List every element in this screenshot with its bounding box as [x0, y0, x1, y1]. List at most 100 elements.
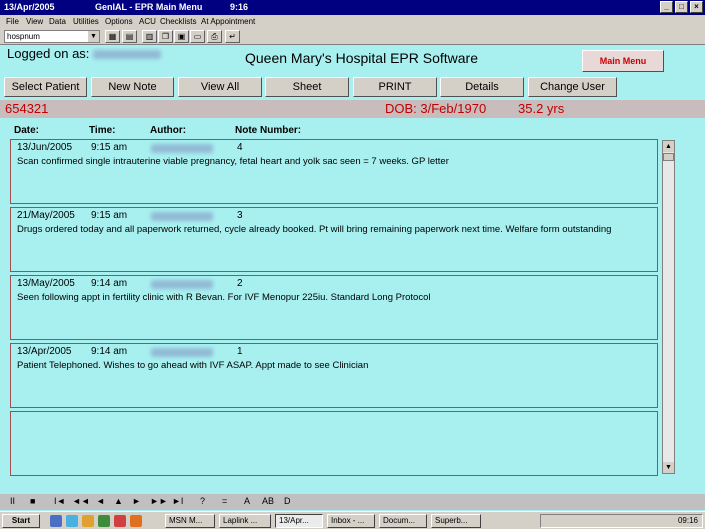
note-date: 13/Apr/2005 — [17, 346, 72, 357]
menu-file[interactable]: File — [6, 17, 19, 26]
task-genial[interactable]: 13/Apr... — [275, 514, 323, 528]
task-inbox[interactable]: Inbox - ... — [327, 514, 375, 528]
maximize-button[interactable]: □ — [675, 1, 688, 13]
equals-icon[interactable]: = — [222, 496, 227, 506]
select-patient-button[interactable]: Select Patient — [4, 77, 87, 97]
close-button[interactable]: × — [690, 1, 703, 13]
desktop-icon[interactable] — [50, 515, 62, 527]
note-date: 21/May/2005 — [17, 210, 75, 221]
scroll-down-icon[interactable]: ▼ — [663, 462, 674, 473]
note-date: 13/Jun/2005 — [17, 142, 73, 153]
scroll-thumb[interactable] — [663, 153, 674, 161]
next-icon[interactable]: ► — [132, 496, 141, 506]
chevron-down-icon[interactable]: ▼ — [88, 31, 99, 42]
note-record[interactable]: 13/Apr/2005 9:14 am 1 Patient Telephoned… — [10, 343, 658, 408]
up-icon[interactable]: ▲ — [114, 496, 123, 506]
task-documents[interactable]: Docum... — [379, 514, 427, 528]
task-msn[interactable]: MSN M... — [165, 514, 215, 528]
print-icon[interactable]: ⎙ — [207, 30, 222, 43]
new-note-button[interactable]: New Note — [91, 77, 174, 97]
redacted-author — [151, 144, 213, 153]
copy-icon[interactable]: ❐ — [158, 30, 173, 43]
menu-checklists[interactable]: Checklists — [160, 17, 196, 26]
note-record[interactable]: 13/May/2005 9:14 am 2 Seen following app… — [10, 275, 658, 340]
help-icon[interactable]: ? — [200, 496, 205, 506]
folder-icon[interactable]: ▭ — [190, 30, 205, 43]
patient-hospnum: 654321 — [5, 101, 49, 116]
sheet-button[interactable]: Sheet — [265, 77, 349, 97]
note-text[interactable]: Seen following appt in fertility clinic … — [17, 291, 647, 304]
note-record[interactable]: 13/Jun/2005 9:15 am 4 Scan confirmed sin… — [10, 139, 658, 204]
note-number: 1 — [237, 346, 243, 357]
task-superb[interactable]: Superb... — [431, 514, 481, 528]
hospnum-combo[interactable]: hospnum ▼ — [4, 30, 100, 43]
note-date: 13/May/2005 — [17, 278, 75, 289]
scroll-up-icon[interactable]: ▲ — [663, 141, 674, 152]
note-time: 9:14 am — [91, 346, 128, 357]
note-record-empty[interactable] — [10, 411, 658, 476]
system-tray: 09:16 — [540, 514, 703, 528]
details-button[interactable]: Details — [440, 77, 524, 97]
col-date: Date: — [14, 125, 40, 136]
taskbar: Start MSN M... Laplink ... 13/Apr... Inb… — [0, 511, 705, 529]
outlook-icon[interactable] — [82, 515, 94, 527]
replace-icon[interactable]: AB — [262, 496, 274, 506]
note-text[interactable]: Patient Telephoned. Wishes to go ahead w… — [17, 359, 647, 372]
stop-icon[interactable]: ■ — [30, 496, 35, 506]
logged-on: Logged on as: — [7, 46, 162, 61]
app-icon[interactable] — [98, 515, 110, 527]
record-navigation: II ■ I◄ ◄◄ ◄ ▲ ► ►► ►I ? = A AB D — [0, 494, 705, 510]
toolbar: hospnum ▼ ▦ ▤ ▥ ❐ ▣ ▭ ⎙ ↵ — [0, 29, 705, 45]
fast-forward-icon[interactable]: ►► — [150, 496, 168, 506]
firefox-icon[interactable] — [130, 515, 142, 527]
browser-icon[interactable] — [66, 515, 78, 527]
return-icon[interactable]: ↵ — [225, 30, 240, 43]
title-app: GenIAL - EPR Main Menu — [95, 2, 203, 12]
print-button[interactable]: PRINT — [353, 77, 437, 97]
redacted-author — [151, 348, 213, 357]
note-number: 4 — [237, 142, 243, 153]
menu-view[interactable]: View — [26, 17, 43, 26]
menu-options[interactable]: Options — [105, 17, 133, 26]
view-all-button[interactable]: View All — [178, 77, 262, 97]
clock: 09:16 — [677, 516, 698, 525]
note-time: 9:14 am — [91, 278, 128, 289]
app-title: Queen Mary's Hospital EPR Software — [245, 50, 478, 66]
patient-bar: 654321 DOB: 3/Feb/1970 35.2 yrs — [0, 100, 705, 118]
menu-acu[interactable]: ACU — [139, 17, 156, 26]
menu-data[interactable]: Data — [49, 17, 66, 26]
find-icon[interactable]: A — [244, 496, 250, 506]
media-icon[interactable] — [114, 515, 126, 527]
menu-bar: File View Data Utilities Options ACU Che… — [0, 15, 705, 29]
col-note-number: Note Number: — [235, 125, 302, 136]
previous-icon[interactable]: ◄ — [96, 496, 105, 506]
title-date: 13/Apr/2005 — [4, 2, 55, 12]
grid-icon[interactable]: ▦ — [105, 30, 120, 43]
start-button[interactable]: Start — [2, 514, 40, 528]
new-document-icon[interactable]: D — [284, 496, 291, 506]
note-number: 2 — [237, 278, 243, 289]
report-icon[interactable]: ▣ — [174, 30, 189, 43]
redacted-user-name — [93, 50, 162, 60]
rewind-icon[interactable]: ◄◄ — [72, 496, 90, 506]
task-laplink[interactable]: Laplink ... — [219, 514, 271, 528]
title-time: 9:16 — [230, 2, 249, 12]
patient-age: 35.2 yrs — [518, 101, 565, 116]
menu-at-appointment[interactable]: At Appointment — [201, 17, 255, 26]
form-view-icon[interactable]: ▥ — [142, 30, 157, 43]
patient-dob: DOB: 3/Feb/1970 — [385, 101, 487, 116]
vertical-scrollbar[interactable]: ▲ ▼ — [662, 140, 675, 474]
first-record-icon[interactable]: I◄ — [54, 496, 65, 506]
form-icon[interactable]: ▤ — [122, 30, 137, 43]
pause-icon[interactable]: II — [10, 496, 15, 506]
change-user-button[interactable]: Change User — [528, 77, 617, 97]
menu-utilities[interactable]: Utilities — [73, 17, 99, 26]
minimize-button[interactable]: _ — [660, 1, 673, 13]
col-time: Time: — [89, 125, 116, 136]
note-time: 9:15 am — [91, 142, 128, 153]
main-menu-button[interactable]: Main Menu — [582, 50, 664, 72]
note-text[interactable]: Drugs ordered today and all paperwork re… — [17, 223, 647, 236]
note-record[interactable]: 21/May/2005 9:15 am 3 Drugs ordered toda… — [10, 207, 658, 272]
note-text[interactable]: Scan confirmed single intrauterine viabl… — [17, 155, 647, 168]
last-record-icon[interactable]: ►I — [172, 496, 183, 506]
